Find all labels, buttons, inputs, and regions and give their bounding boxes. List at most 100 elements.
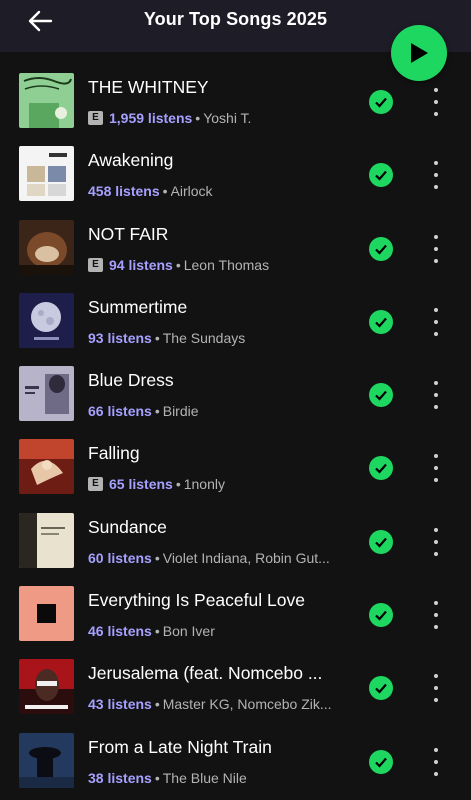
dot-icon	[434, 173, 438, 178]
dot-icon	[434, 747, 438, 752]
artist-name[interactable]: The Blue Nile	[163, 770, 247, 786]
song-row[interactable]: NOT FAIR E 94 listens • Leon Thomas	[0, 213, 471, 286]
dot-icon	[434, 319, 438, 324]
album-art	[19, 586, 74, 642]
song-row[interactable]: Everything Is Peaceful Love 46 listens •…	[0, 579, 471, 652]
checkmark-icon	[375, 244, 387, 255]
checkmark-icon	[375, 97, 387, 108]
dot-icon	[434, 405, 438, 410]
separator: •	[154, 623, 160, 640]
saved-check-button[interactable]	[369, 456, 393, 481]
dot-icon	[434, 88, 438, 92]
song-row[interactable]: Summertime 93 listens • The Sundays	[0, 286, 471, 359]
explicit-badge: E	[88, 257, 103, 272]
listen-count: 93 listens	[88, 329, 152, 346]
listen-count: 43 listens	[88, 696, 152, 713]
explicit-badge: E	[88, 477, 103, 492]
artist-name[interactable]: Airlock	[171, 183, 213, 199]
dot-icon	[434, 601, 438, 606]
album-art	[19, 219, 74, 275]
more-options-button[interactable]	[426, 601, 446, 630]
song-list: THE WHITNEY E 1,959 listens • Yoshi T. A…	[0, 66, 471, 799]
listen-count: 46 listens	[88, 623, 152, 640]
dot-icon	[434, 466, 438, 471]
more-options-button[interactable]	[426, 747, 446, 776]
song-row[interactable]: Falling E 65 listens • 1nonly	[0, 432, 471, 505]
saved-check-button[interactable]	[369, 163, 393, 188]
song-title: THE WHITNEY	[88, 77, 209, 97]
more-options-button[interactable]	[426, 307, 446, 336]
song-title: From a Late Night Train	[88, 736, 272, 757]
saved-check-button[interactable]	[369, 309, 393, 334]
saved-check-button[interactable]	[369, 676, 393, 701]
song-meta: 46 listens • Bon Iver	[88, 622, 348, 640]
song-row[interactable]: Awakening 458 listens • Airlock	[0, 139, 471, 212]
dot-icon	[434, 551, 438, 556]
dot-icon	[434, 112, 438, 116]
artist-name[interactable]: Bon Iver	[163, 623, 215, 639]
artist-name[interactable]: Violet Indiana, Robin Gut...	[163, 550, 330, 566]
song-row[interactable]: Blue Dress 66 listens • Birdie	[0, 359, 471, 432]
dot-icon	[434, 771, 438, 776]
more-options-button[interactable]	[426, 234, 446, 263]
saved-check-button[interactable]	[369, 749, 393, 774]
separator: •	[162, 183, 168, 200]
song-meta: E 65 listens • 1nonly	[88, 475, 348, 493]
dot-icon	[434, 234, 438, 239]
artist-name[interactable]: Leon Thomas	[184, 257, 269, 273]
listen-count: 66 listens	[88, 403, 152, 420]
listen-count: 458 listens	[88, 183, 160, 200]
dot-icon	[434, 246, 438, 251]
listen-count: 60 listens	[88, 549, 152, 566]
dot-icon	[434, 381, 438, 386]
checkmark-icon	[375, 317, 387, 328]
saved-check-button[interactable]	[369, 236, 393, 261]
dot-icon	[434, 307, 438, 312]
saved-check-button[interactable]	[369, 603, 393, 628]
dot-icon	[434, 258, 438, 263]
dot-icon	[434, 698, 438, 703]
artist-name[interactable]: Birdie	[163, 403, 199, 419]
song-meta: 93 listens • The Sundays	[88, 329, 348, 347]
dot-icon	[434, 625, 438, 630]
more-options-button[interactable]	[426, 454, 446, 483]
separator: •	[154, 403, 160, 420]
artist-name[interactable]: 1nonly	[184, 476, 225, 492]
checkmark-icon	[375, 171, 387, 181]
more-options-button[interactable]	[426, 381, 446, 410]
song-row[interactable]: From a Late Night Train 38 listens • The…	[0, 726, 471, 799]
artist-name[interactable]: Master KG, Nomcebo Zik...	[163, 696, 332, 712]
album-art	[19, 292, 74, 348]
separator: •	[175, 256, 181, 273]
artist-name[interactable]: Yoshi T.	[203, 110, 251, 126]
listen-count: 38 listens	[88, 769, 152, 786]
saved-check-button[interactable]	[369, 383, 393, 408]
song-row[interactable]: Jerusalema (feat. Nomcebo ... 43 listens…	[0, 652, 471, 725]
saved-check-button[interactable]	[369, 90, 393, 114]
dot-icon	[434, 454, 438, 459]
play-icon	[411, 43, 428, 63]
separator: •	[154, 549, 160, 566]
song-row[interactable]: THE WHITNEY E 1,959 listens • Yoshi T.	[0, 66, 471, 139]
more-options-button[interactable]	[426, 161, 446, 190]
song-meta: 66 listens • Birdie	[88, 402, 348, 420]
more-options-button[interactable]	[426, 527, 446, 556]
song-title: Everything Is Peaceful Love	[88, 590, 305, 611]
more-options-button[interactable]	[426, 88, 446, 116]
song-meta: 60 listens • Violet Indiana, Robin Gut..…	[88, 549, 348, 567]
dot-icon	[434, 539, 438, 544]
checkmark-icon	[375, 464, 387, 475]
more-options-button[interactable]	[426, 674, 446, 703]
artist-name[interactable]: The Sundays	[163, 330, 246, 346]
album-art	[19, 512, 74, 568]
album-art	[19, 439, 74, 495]
page-title: Your Top Songs 2025	[143, 9, 328, 29]
checkmark-icon	[375, 610, 387, 621]
play-button[interactable]	[391, 25, 447, 81]
saved-check-button[interactable]	[369, 529, 393, 554]
song-title: NOT FAIR	[88, 223, 169, 244]
song-meta: 38 listens • The Blue Nile	[88, 769, 348, 787]
listen-count: 65 listens	[109, 476, 173, 493]
album-art	[19, 366, 74, 422]
song-row[interactable]: Sundance 60 listens • Violet Indiana, Ro…	[0, 506, 471, 579]
